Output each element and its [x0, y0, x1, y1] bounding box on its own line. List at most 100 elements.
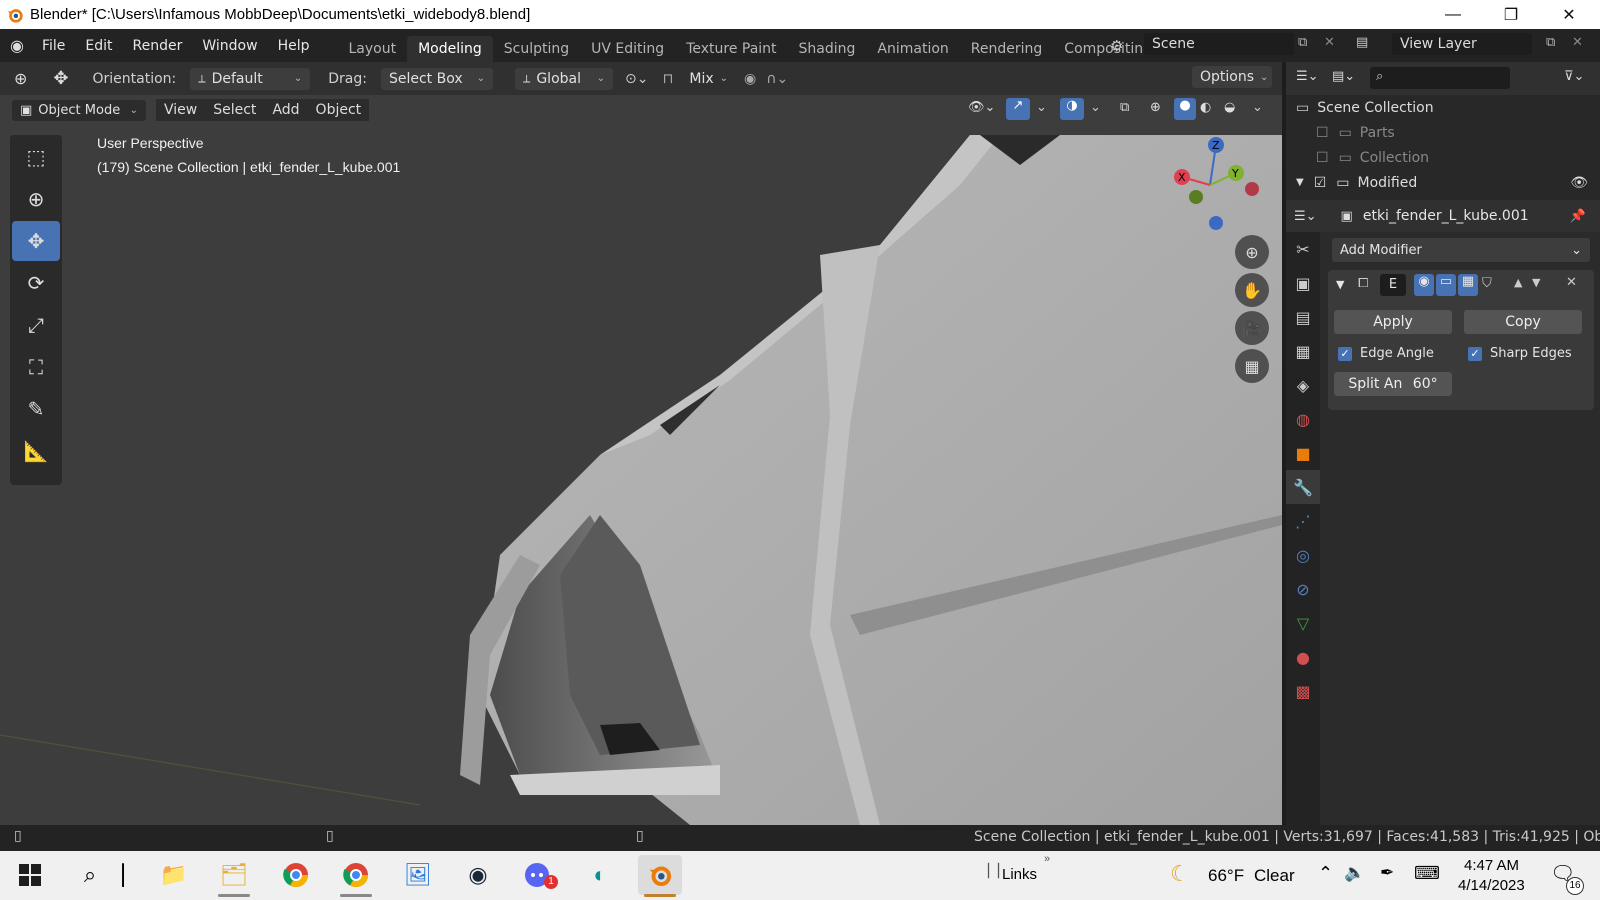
- task-view-icon[interactable]: ▏: [108, 855, 152, 895]
- speaker-icon[interactable]: 🔈: [1344, 863, 1365, 883]
- clock-date[interactable]: 4/14/2023: [1458, 877, 1525, 894]
- menu-view[interactable]: View: [156, 99, 206, 121]
- select-box-icon[interactable]: ⬚: [12, 137, 60, 177]
- copy-button[interactable]: Copy: [1464, 310, 1582, 334]
- edge-browser-icon[interactable]: ◐: [578, 855, 622, 895]
- eye-icon[interactable]: 👁: [1570, 175, 1588, 191]
- mode-dropdown[interactable]: ▣ Object Mode ⌄: [12, 99, 146, 121]
- edge-angle-checkbox[interactable]: ✓ Edge Angle: [1338, 346, 1434, 361]
- blender-menu-icon[interactable]: ◉: [10, 36, 24, 55]
- menu-window[interactable]: Window: [192, 38, 267, 54]
- minimize-button[interactable]: —: [1424, 0, 1482, 29]
- transform-icon[interactable]: ⛶: [12, 347, 60, 387]
- annotate-icon[interactable]: ✎: [12, 389, 60, 429]
- editmode-toggle-icon[interactable]: ◉: [1414, 274, 1434, 296]
- camera-icon[interactable]: 🎥: [1235, 311, 1269, 345]
- tab-modeling[interactable]: Modeling: [407, 36, 493, 62]
- scene-selector[interactable]: Scene: [1144, 33, 1294, 55]
- menu-select[interactable]: Select: [205, 99, 265, 121]
- scene-remove-icon[interactable]: ✕: [1324, 35, 1335, 50]
- render-toggle-icon[interactable]: ▦: [1458, 274, 1478, 296]
- display-mode-icon[interactable]: ▤⌄: [1332, 69, 1355, 84]
- expand-arrow-icon[interactable]: ▼: [1296, 177, 1304, 188]
- gizmo-toggle-icon[interactable]: ↗: [1006, 98, 1030, 120]
- view-layer-selector[interactable]: View Layer: [1392, 33, 1532, 55]
- tool-icon[interactable]: ⊕: [14, 69, 27, 88]
- modifier-tab-icon[interactable]: 🔧: [1286, 470, 1320, 504]
- gizmo-neg-y-axis[interactable]: [1189, 190, 1203, 204]
- pivot-point-icon[interactable]: ⊙⌄: [625, 71, 648, 87]
- chevron-up-icon[interactable]: ⌃: [1318, 863, 1333, 884]
- menu-file[interactable]: File: [32, 38, 75, 54]
- snap-mix-dropdown[interactable]: Mix ⌄: [681, 68, 736, 90]
- rotate-icon[interactable]: ⟳: [12, 263, 60, 303]
- navigation-gizmo[interactable]: Z Y X: [1160, 135, 1260, 235]
- material-shading-icon[interactable]: ◐: [1200, 100, 1211, 115]
- view-layer-copy-icon[interactable]: ⧉: [1546, 35, 1555, 50]
- checkbox-icon[interactable]: ☐: [1316, 125, 1329, 141]
- transform-orientation-dropdown[interactable]: ⟂ Global ⌄: [514, 67, 613, 90]
- checkbox-checked-icon[interactable]: ☑: [1314, 175, 1327, 191]
- add-modifier-dropdown[interactable]: Add Modifier ⌄: [1332, 238, 1590, 262]
- tab-compositing[interactable]: Compositin: [1053, 36, 1154, 62]
- menu-render[interactable]: Render: [123, 38, 193, 54]
- tool-tab-icon[interactable]: ✂: [1286, 232, 1320, 266]
- pin-icon[interactable]: 📌: [1570, 209, 1586, 224]
- weather-temperature[interactable]: 66°F: [1208, 866, 1244, 886]
- restore-button[interactable]: ❐: [1482, 0, 1540, 29]
- gizmo-neg-x-axis[interactable]: [1245, 182, 1259, 196]
- move-up-icon[interactable]: ▲: [1514, 276, 1522, 289]
- zoom-icon[interactable]: ⊕: [1235, 235, 1269, 269]
- options-dropdown[interactable]: Options ⌄: [1192, 66, 1272, 88]
- outliner-root[interactable]: ▭ Scene Collection: [1286, 95, 1600, 120]
- weather-description[interactable]: Clear: [1254, 866, 1295, 886]
- gizmo-neg-z-axis[interactable]: [1209, 216, 1223, 230]
- filter-icon[interactable]: ⊽⌄: [1564, 69, 1584, 84]
- keyboard-icon[interactable]: ⌨: [1414, 863, 1440, 884]
- tab-rendering[interactable]: Rendering: [960, 36, 1054, 62]
- discord-icon[interactable]: 1: [516, 855, 560, 895]
- material-tab-icon[interactable]: ●: [1286, 640, 1320, 674]
- modifier-name-field[interactable]: E: [1380, 274, 1406, 296]
- apply-button[interactable]: Apply: [1334, 310, 1452, 334]
- scene-tab-icon[interactable]: ◈: [1286, 368, 1320, 402]
- chevron-down-icon[interactable]: ⌄: [1252, 100, 1263, 115]
- render-tab-icon[interactable]: ▣: [1286, 266, 1320, 300]
- chrome-icon[interactable]: [274, 855, 318, 895]
- snap-icon[interactable]: ⊓: [662, 71, 673, 87]
- view-layer-icon[interactable]: ▤: [1356, 35, 1368, 50]
- xray-icon[interactable]: ⧉: [1120, 100, 1129, 115]
- sharp-edges-checkbox[interactable]: ✓ Sharp Edges: [1468, 346, 1572, 361]
- cage-toggle-icon[interactable]: ⛉: [1482, 276, 1492, 291]
- chevron-down-icon[interactable]: ⌄: [1090, 100, 1101, 115]
- overlay-toggle-icon[interactable]: ◑: [1060, 98, 1084, 120]
- scale-icon[interactable]: ⤢: [12, 305, 60, 345]
- visibility-icon[interactable]: 👁⌄: [968, 100, 995, 115]
- move-icon[interactable]: ✥: [12, 221, 60, 261]
- particles-tab-icon[interactable]: ⋰: [1286, 504, 1320, 538]
- orientation-dropdown[interactable]: ⟂ Default ⌄: [190, 67, 311, 90]
- outliner-search-input[interactable]: ⌕: [1370, 67, 1510, 89]
- tab-uv-editing[interactable]: UV Editing: [580, 36, 675, 62]
- menu-help[interactable]: Help: [268, 38, 320, 54]
- world-tab-icon[interactable]: ◍: [1286, 402, 1320, 436]
- wireframe-shading-icon[interactable]: ⊕: [1150, 100, 1161, 115]
- tab-animation[interactable]: Animation: [866, 36, 959, 62]
- texture-tab-icon[interactable]: ▩: [1286, 674, 1320, 708]
- checkbox-icon[interactable]: ☐: [1316, 150, 1329, 166]
- pen-icon[interactable]: ✒: [1380, 863, 1394, 883]
- outliner-item-parts[interactable]: ☐ ▭ Parts: [1286, 120, 1600, 145]
- view-layer-tab-icon[interactable]: ▦: [1286, 334, 1320, 368]
- collapse-arrow-icon[interactable]: ▼: [1336, 278, 1344, 291]
- object-tab-icon[interactable]: ■: [1286, 436, 1320, 470]
- links-expand-icon[interactable]: »: [1044, 853, 1050, 865]
- blender-taskbar-icon[interactable]: [638, 855, 682, 897]
- viewport-toggle-icon[interactable]: ▭: [1436, 274, 1456, 296]
- drag-dropdown[interactable]: Select Box ⌄: [380, 67, 493, 90]
- editor-type-icon[interactable]: ☰⌄: [1294, 209, 1317, 224]
- data-tab-icon[interactable]: ▽: [1286, 606, 1320, 640]
- solid-shading-icon[interactable]: ●: [1174, 98, 1196, 120]
- remove-modifier-icon[interactable]: ✕: [1566, 275, 1577, 290]
- steam-icon[interactable]: ◉: [456, 855, 500, 895]
- scene-type-icon[interactable]: ⚙: [1110, 37, 1123, 55]
